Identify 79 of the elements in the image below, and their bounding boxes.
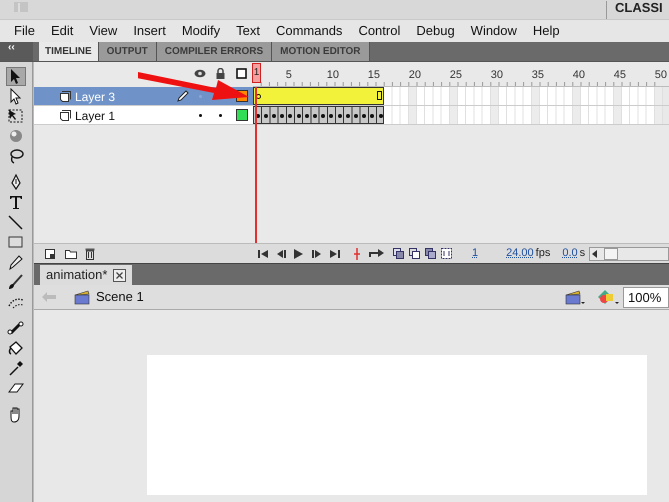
eye-icon[interactable]: [194, 69, 206, 78]
scroll-thumb[interactable]: [604, 248, 618, 260]
onion-markers-icon[interactable]: [441, 248, 452, 259]
scroll-left-icon[interactable]: [590, 248, 600, 260]
frame-grid[interactable]: [253, 106, 663, 124]
menu-item[interactable]: Modify: [174, 21, 228, 41]
trash-icon[interactable]: [85, 248, 95, 260]
menu-item[interactable]: Text: [228, 21, 268, 41]
ruler-label: 40: [572, 68, 586, 83]
ruler-label: 20: [408, 68, 422, 83]
play-icon[interactable]: [294, 248, 303, 258]
menu-item[interactable]: Window: [462, 21, 525, 41]
folder-icon[interactable]: [65, 248, 77, 258]
pencil-icon: [177, 90, 189, 102]
step-back-icon[interactable]: [276, 248, 286, 258]
edit-frames-icon[interactable]: [425, 248, 436, 259]
center-frame-icon[interactable]: [354, 248, 360, 260]
workspace-label[interactable]: CLASSI: [615, 0, 669, 18]
outline-square-icon[interactable]: [236, 68, 247, 79]
layer-icon: [60, 91, 71, 102]
elapsed-time-value[interactable]: 0.0: [562, 245, 578, 262]
menu-item[interactable]: View: [81, 21, 126, 41]
span-end-marker: [377, 91, 382, 100]
edit-scene-icon[interactable]: [565, 289, 585, 305]
menu-item[interactable]: File: [6, 21, 43, 41]
ruler-label: 25: [450, 68, 462, 83]
ruler-label: 5: [286, 68, 292, 83]
layer-color-swatch[interactable]: [236, 109, 248, 121]
onion-skin-icon[interactable]: [393, 248, 404, 259]
bone-tool-icon[interactable]: [7, 320, 25, 337]
last-frame-icon[interactable]: [330, 248, 340, 258]
frame-rate-value[interactable]: 24.00: [506, 245, 534, 262]
line-tool-icon[interactable]: [7, 214, 25, 231]
brush-icon[interactable]: [7, 274, 25, 291]
menu-item[interactable]: Commands: [268, 21, 350, 41]
keyframes-span[interactable]: [253, 106, 384, 124]
lock-icon[interactable]: [216, 68, 225, 79]
zoom-field[interactable]: 100%: [623, 286, 669, 308]
current-frame-value[interactable]: 1: [472, 245, 478, 262]
menu-item[interactable]: Control: [350, 21, 408, 41]
layer-row[interactable]: Layer 1: [34, 106, 253, 124]
scene-label: Scene 1: [96, 288, 144, 306]
scene-clapper-icon: [74, 289, 90, 305]
menu-item[interactable]: Edit: [42, 21, 82, 41]
panel-tab[interactable]: TIMELINE: [39, 42, 99, 61]
ruler-label: 50: [654, 68, 668, 83]
menu-item[interactable]: Debug: [408, 21, 463, 41]
time-unit: s: [580, 246, 586, 262]
horizontal-scrollbar[interactable]: [589, 246, 669, 260]
playhead-marker[interactable]: 1: [252, 63, 261, 83]
panel-tab[interactable]: COMPILER ERRORS: [156, 42, 272, 61]
menu-item[interactable]: Help: [524, 21, 568, 41]
text-tool-icon[interactable]: [7, 194, 25, 211]
step-forward-icon[interactable]: [312, 248, 322, 258]
frame-rate-unit: fps: [536, 246, 550, 262]
ruler-label: 30: [490, 68, 504, 83]
menu-item[interactable]: Insert: [125, 21, 174, 41]
ruler-label: 35: [532, 68, 544, 83]
ruler-label: 15: [368, 68, 380, 83]
first-frame-icon[interactable]: [258, 248, 268, 258]
motion-tween-span[interactable]: [253, 87, 384, 105]
panel-tab[interactable]: OUTPUT: [98, 42, 157, 61]
free-transform-icon[interactable]: [7, 108, 25, 125]
paint-bucket-icon[interactable]: [7, 340, 25, 357]
ruler-label: 45: [614, 68, 626, 83]
new-layer-icon[interactable]: [45, 248, 55, 258]
onion-outline-icon[interactable]: [409, 248, 420, 259]
loop-arrow-icon[interactable]: [368, 248, 384, 258]
edit-symbols-icon[interactable]: [597, 289, 619, 305]
pencil-icon[interactable]: [7, 254, 25, 271]
ruler-label: 10: [326, 68, 340, 83]
close-icon[interactable]: [113, 268, 126, 282]
collapse-panel-button[interactable]: ‹‹: [0, 42, 33, 61]
document-tab[interactable]: animation*: [40, 265, 132, 285]
panel-tab[interactable]: MOTION EDITOR: [272, 42, 370, 61]
layer-icon: [60, 110, 71, 121]
eyedropper-icon[interactable]: [7, 360, 25, 377]
layer-name[interactable]: Layer 1: [75, 107, 116, 125]
frame-grid[interactable]: [253, 87, 663, 105]
